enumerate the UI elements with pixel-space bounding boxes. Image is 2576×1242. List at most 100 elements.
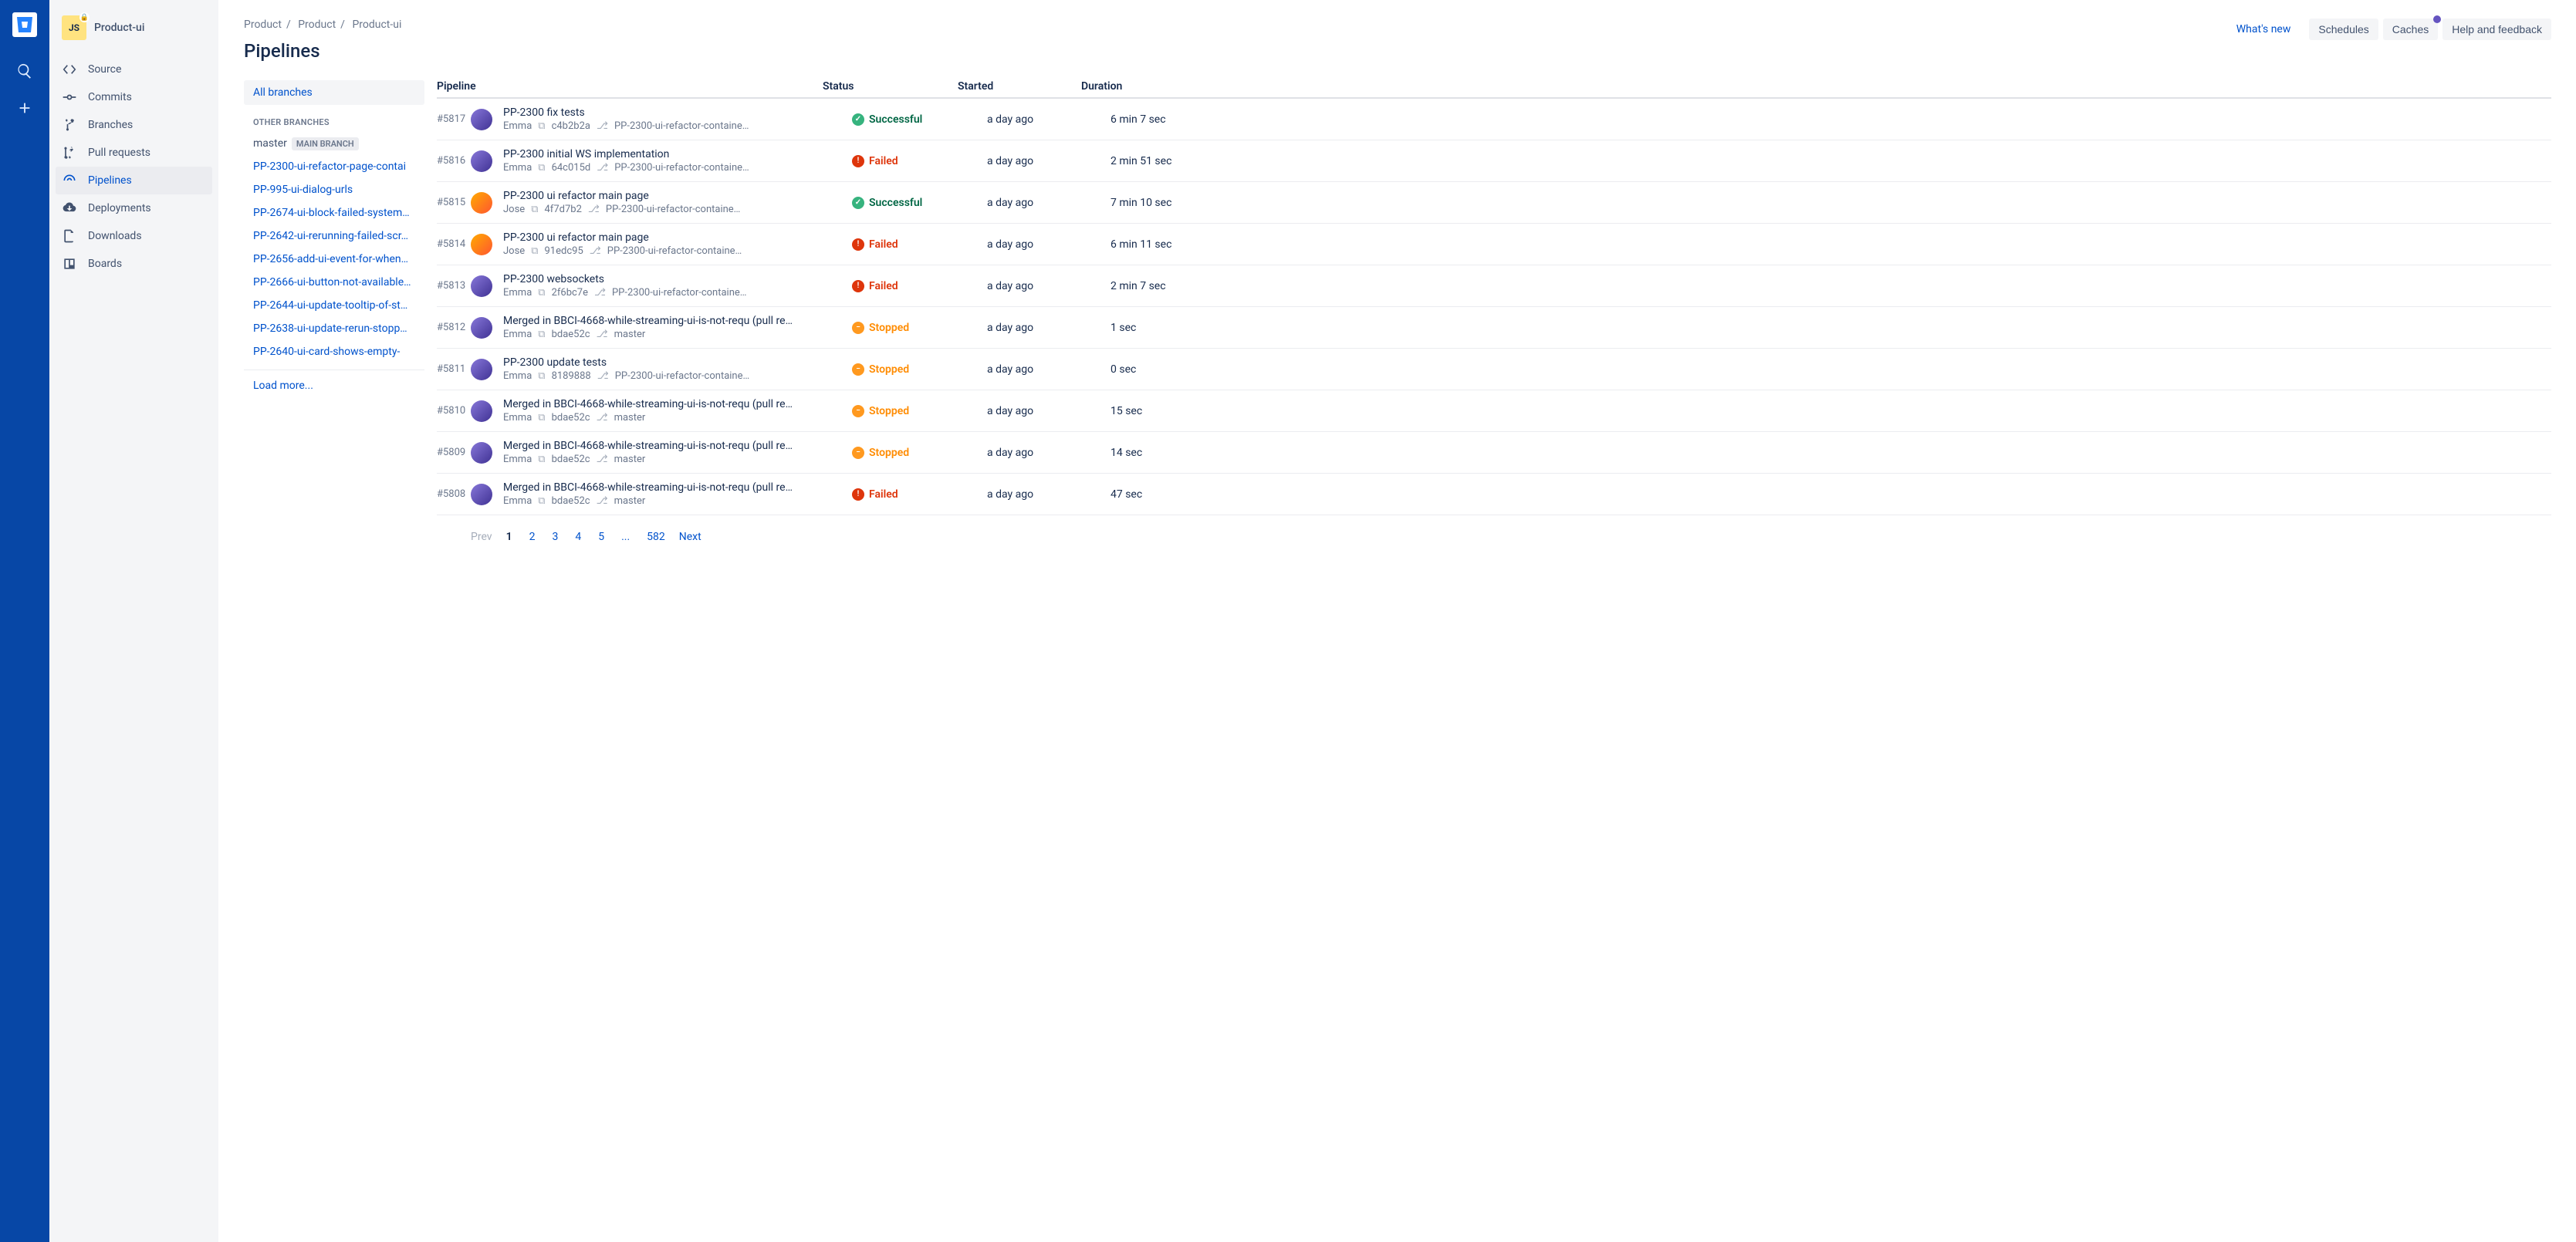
run-started: a day ago: [987, 363, 1111, 376]
status-stopped-icon: −: [852, 405, 864, 417]
run-title: PP-2300 update tests: [503, 356, 852, 369]
branch-panel: All branches OTHER BRANCHES masterMAIN B…: [244, 80, 424, 543]
sidebar-item-downloads[interactable]: Downloads: [49, 222, 218, 250]
main-branch-tag: MAIN BRANCH: [292, 137, 359, 150]
pipeline-row[interactable]: #5808Merged in BBCI-4668-while-streaming…: [437, 474, 2551, 515]
run-number: #5815: [437, 197, 471, 208]
commit-icon: ⧉: [538, 412, 545, 424]
page-number[interactable]: 5: [598, 531, 604, 543]
run-started: a day ago: [987, 488, 1111, 501]
branch-icon: ⎇: [594, 287, 606, 299]
pipeline-row[interactable]: #5810Merged in BBCI-4668-while-streaming…: [437, 390, 2551, 432]
project-header[interactable]: JS Product-ui: [49, 15, 218, 56]
run-duration: 15 sec: [1111, 405, 2551, 417]
commit-icon: ⧉: [538, 329, 545, 340]
run-subtitle: Jose⧉91edc95⎇PP-2300-ui-refactor-contain…: [503, 245, 852, 257]
schedules-button[interactable]: Schedules: [2309, 19, 2378, 40]
run-started: a day ago: [987, 322, 1111, 334]
branch-item[interactable]: PP-995-ui-dialog-urls: [244, 178, 424, 201]
pipeline-row[interactable]: #5817PP-2300 fix testsEmma⧉c4b2b2a⎇PP-23…: [437, 99, 2551, 140]
run-started: a day ago: [987, 447, 1111, 459]
pipeline-row[interactable]: #5815PP-2300 ui refactor main pageJose⧉4…: [437, 182, 2551, 224]
all-branches-filter[interactable]: All branches: [244, 80, 424, 105]
status-stopped-icon: −: [852, 447, 864, 459]
status-failed-icon: !: [852, 155, 864, 167]
sidebar-item-boards[interactable]: Boards: [49, 250, 218, 278]
run-duration: 47 sec: [1111, 488, 2551, 501]
status-badge: !Failed: [852, 238, 987, 251]
branch-icon: ⎇: [590, 245, 601, 257]
branch-item[interactable]: PP-2644-ui-update-tooltip-of-st…: [244, 294, 424, 317]
branch-master[interactable]: masterMAIN BRANCH: [244, 132, 424, 155]
branch-item[interactable]: PP-2638-ui-update-rerun-stopp…: [244, 317, 424, 340]
page-number[interactable]: 1: [506, 531, 512, 543]
branch-item[interactable]: PP-2666-ui-button-not-available…: [244, 271, 424, 294]
pipelines-icon: [62, 173, 77, 188]
search-icon[interactable]: [9, 56, 40, 86]
bitbucket-logo-icon[interactable]: [12, 12, 37, 37]
page-number[interactable]: 4: [575, 531, 581, 543]
commit-icon: ⧉: [538, 120, 545, 132]
breadcrumb-link[interactable]: Product: [298, 19, 336, 31]
sidebar-item-pipelines[interactable]: Pipelines: [56, 167, 212, 194]
branch-icon: ⎇: [597, 120, 608, 132]
status-failed-icon: !: [852, 280, 864, 292]
run-started: a day ago: [987, 238, 1111, 251]
page-number: ...: [621, 531, 630, 543]
breadcrumb-link[interactable]: Product: [244, 19, 282, 31]
status-success-icon: ✓: [852, 113, 864, 126]
page-number[interactable]: 3: [552, 531, 558, 543]
create-icon[interactable]: [9, 93, 40, 123]
sidebar-item-branches[interactable]: Branches: [49, 111, 218, 139]
run-title: PP-2300 fix tests: [503, 106, 852, 119]
run-number: #5814: [437, 238, 471, 250]
page-number[interactable]: 2: [529, 531, 536, 543]
run-duration: 6 min 7 sec: [1111, 113, 2551, 126]
run-title: PP-2300 websockets: [503, 273, 852, 285]
caches-button[interactable]: Caches: [2383, 19, 2438, 40]
run-subtitle: Emma⧉bdae52c⎇master: [503, 454, 852, 465]
branch-item[interactable]: PP-2300-ui-refactor-page-contai: [244, 155, 424, 178]
run-title: Merged in BBCI-4668-while-streaming-ui-i…: [503, 481, 852, 494]
branch-item[interactable]: PP-2640-ui-card-shows-empty-: [244, 340, 424, 363]
run-number: #5809: [437, 447, 471, 458]
avatar: [471, 484, 492, 505]
load-more-link[interactable]: Load more...: [244, 370, 424, 401]
commit-icon: ⧉: [538, 454, 545, 465]
pipeline-row[interactable]: #5809Merged in BBCI-4668-while-streaming…: [437, 432, 2551, 474]
deployments-icon: [62, 201, 77, 216]
sidebar-item-source[interactable]: Source: [49, 56, 218, 83]
branch-item[interactable]: PP-2674-ui-block-failed-system…: [244, 201, 424, 224]
run-started: a day ago: [987, 155, 1111, 167]
help-feedback-button[interactable]: Help and feedback: [2442, 19, 2551, 40]
status-badge: −Stopped: [852, 447, 987, 459]
run-duration: 2 min 7 sec: [1111, 280, 2551, 292]
commit-icon: ⧉: [538, 162, 545, 174]
sidebar-item-pull-requests[interactable]: Pull requests: [49, 139, 218, 167]
run-duration: 2 min 51 sec: [1111, 155, 2551, 167]
status-badge: !Failed: [852, 280, 987, 292]
status-badge: ✓Successful: [852, 197, 987, 209]
avatar: [471, 150, 492, 172]
page-number[interactable]: 582: [647, 531, 665, 543]
page-prev[interactable]: Prev: [471, 531, 492, 543]
pipeline-row[interactable]: #5811PP-2300 update testsEmma⧉8189888⎇PP…: [437, 349, 2551, 390]
run-subtitle: Emma⧉bdae52c⎇master: [503, 495, 852, 507]
sidebar-item-commits[interactable]: Commits: [49, 83, 218, 111]
branch-item[interactable]: PP-2656-add-ui-event-for-when…: [244, 248, 424, 271]
breadcrumb-link[interactable]: Product-ui: [352, 19, 401, 31]
run-title: Merged in BBCI-4668-while-streaming-ui-i…: [503, 315, 852, 327]
pull-requests-icon: [62, 145, 77, 160]
sidebar-item-label: Deployments: [88, 202, 151, 214]
pipeline-row[interactable]: #5813PP-2300 websocketsEmma⧉2f6bc7e⎇PP-2…: [437, 265, 2551, 307]
run-subtitle: Emma⧉2f6bc7e⎇PP-2300-ui-refactor-contain…: [503, 287, 852, 299]
branch-item[interactable]: PP-2642-ui-rerunning-failed-scr…: [244, 224, 424, 248]
pipeline-row[interactable]: #5814PP-2300 ui refactor main pageJose⧉9…: [437, 224, 2551, 265]
column-duration: Duration: [1081, 80, 2551, 93]
sidebar-item-deployments[interactable]: Deployments: [49, 194, 218, 222]
whats-new-link[interactable]: What's new: [2236, 23, 2291, 35]
page-next[interactable]: Next: [679, 531, 701, 543]
pipeline-row[interactable]: #5812Merged in BBCI-4668-while-streaming…: [437, 307, 2551, 349]
page-title: Pipelines: [244, 40, 401, 62]
pipeline-row[interactable]: #5816PP-2300 initial WS implementationEm…: [437, 140, 2551, 182]
